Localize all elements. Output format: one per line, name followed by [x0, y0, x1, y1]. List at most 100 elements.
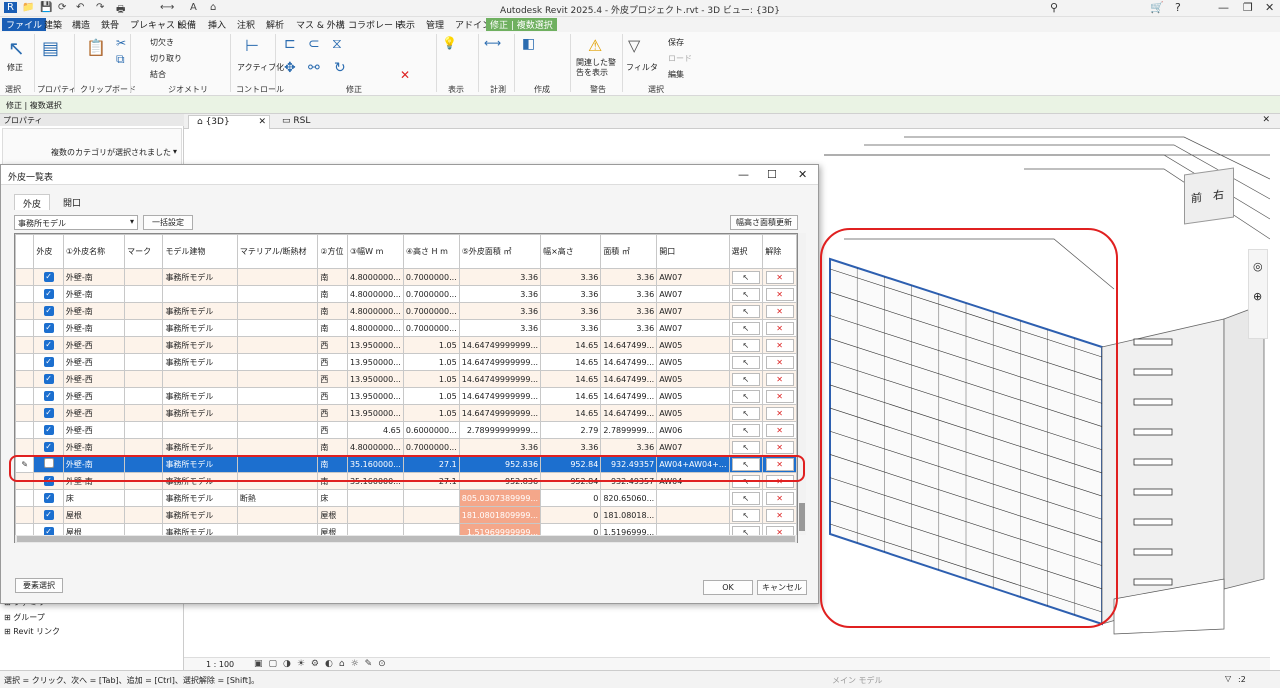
envelope-checkbox-box[interactable]: ✓	[43, 306, 54, 316]
horizontal-scrollbar[interactable]	[15, 535, 797, 543]
width-cell[interactable]	[346, 506, 404, 524]
model-cell[interactable]: 事務所モデル	[162, 489, 238, 507]
ribbon-group-select[interactable]: 選択	[5, 84, 21, 95]
select-row-button[interactable]: ↖	[731, 338, 760, 352]
filter-status-icon[interactable]: ▽	[1225, 674, 1231, 683]
col-select[interactable]: 選択	[728, 234, 764, 269]
area-cell[interactable]: 3.36	[458, 438, 542, 456]
envelope-checkbox[interactable]: ✓	[33, 268, 64, 286]
material-cell[interactable]	[236, 421, 319, 439]
row-indicator[interactable]	[15, 319, 35, 337]
select-row-button[interactable]: ↖	[731, 389, 760, 403]
height-cell[interactable]: 1.05	[402, 353, 460, 371]
model-cell[interactable]: 事務所モデル	[162, 404, 238, 422]
height-cell[interactable]: 0.7000000...	[402, 319, 460, 337]
release-row-button[interactable]: ✕	[765, 372, 794, 386]
width-height-cell[interactable]: 3.36	[540, 319, 602, 337]
mark-cell[interactable]	[124, 268, 164, 286]
ribbon-group-geometry[interactable]: ジオメトリ	[168, 84, 208, 95]
opening-cell[interactable]: AW07	[656, 285, 730, 303]
area-cell[interactable]: 14.64749999999...	[458, 370, 542, 388]
tab-3d-view[interactable]: ⌂ {3D} ✕	[188, 115, 270, 129]
model-cell[interactable]	[162, 421, 238, 439]
row-indicator[interactable]	[15, 404, 35, 422]
select-row-button[interactable]: ↖	[731, 270, 760, 284]
envelope-checkbox-box[interactable]: ✓	[43, 442, 54, 452]
model-cell[interactable]: 事務所モデル	[162, 319, 238, 337]
model-cell[interactable]: 事務所モデル	[162, 268, 238, 286]
cart-icon[interactable]: 🛒	[1150, 1, 1164, 14]
ribbon-group-warning[interactable]: 警告	[590, 84, 606, 95]
release-row-button[interactable]: ✕	[765, 287, 794, 301]
release-row-button[interactable]: ✕	[765, 270, 794, 284]
select-row-button[interactable]: ↖	[731, 508, 760, 522]
area2-cell[interactable]: 2.7899999...	[600, 421, 658, 439]
area2-cell[interactable]: 181.08018...	[600, 506, 658, 524]
release-row-button[interactable]: ✕	[765, 338, 794, 352]
area2-cell[interactable]: 3.36	[600, 319, 658, 337]
direction-cell[interactable]: 南	[317, 438, 348, 456]
table-row[interactable]: ✓ 外壁-西 事務所モデル 西 13.950000... 1.05 14.647499999…	[15, 387, 797, 405]
envelope-checkbox[interactable]: ✓	[33, 285, 64, 303]
area-cell[interactable]: 14.64749999999...	[458, 387, 542, 405]
area-cell[interactable]: 3.36	[458, 268, 542, 286]
release-row-button[interactable]: ✕	[765, 508, 794, 522]
select-row-button[interactable]: ↖	[731, 406, 760, 420]
tree-item-revit-link[interactable]: ⊞ Revit リンク	[4, 626, 60, 637]
name-cell[interactable]: 外壁-南	[62, 438, 126, 456]
envelope-checkbox-box[interactable]: ✓	[43, 408, 54, 418]
envelope-checkbox[interactable]: ✓	[33, 387, 64, 405]
col-envelope[interactable]: 外皮	[33, 234, 64, 269]
name-cell[interactable]: 外壁-西	[62, 336, 126, 354]
width-height-cell[interactable]: 3.36	[540, 285, 602, 303]
col-model[interactable]: モデル建物	[162, 234, 238, 269]
name-cell[interactable]: 外壁-西	[62, 387, 126, 405]
maximize-button[interactable]: ❐	[1243, 1, 1253, 14]
release-row-button[interactable]: ✕	[765, 406, 794, 420]
release-cell[interactable]: ✕	[762, 302, 797, 320]
material-cell[interactable]	[236, 506, 319, 524]
area-cell[interactable]: 805.0307389999...	[458, 489, 542, 507]
envelope-checkbox[interactable]: ✓	[33, 404, 64, 422]
minimize-button[interactable]: —	[1218, 1, 1229, 14]
area2-cell[interactable]: 14.647499...	[600, 404, 658, 422]
cut-icon[interactable]: ✂	[116, 36, 126, 50]
height-cell[interactable]	[402, 489, 460, 507]
material-cell[interactable]	[236, 438, 319, 456]
row-indicator[interactable]	[15, 285, 35, 303]
rotate-icon[interactable]: ↻	[334, 60, 346, 76]
warning-icon[interactable]: ⚠	[588, 36, 602, 55]
mark-cell[interactable]	[124, 336, 164, 354]
width-height-cell[interactable]: 3.36	[540, 268, 602, 286]
row-indicator[interactable]	[15, 302, 35, 320]
envelope-checkbox[interactable]: ✓	[33, 370, 64, 388]
height-cell[interactable]: 0.7000000...	[402, 438, 460, 456]
select-row-button[interactable]: ↖	[731, 423, 760, 437]
material-cell[interactable]	[236, 404, 319, 422]
tab-rsl[interactable]: ▭ RSL	[274, 115, 318, 129]
area-cell[interactable]: 14.64749999999...	[458, 353, 542, 371]
opening-cell[interactable]: AW05	[656, 387, 730, 405]
area2-cell[interactable]: 14.647499...	[600, 336, 658, 354]
material-cell[interactable]	[236, 336, 319, 354]
binoculars-icon[interactable]: ⚲	[1050, 1, 1058, 14]
dialog-close-button[interactable]: ✕	[798, 168, 807, 181]
select-cell[interactable]: ↖	[728, 438, 764, 456]
model-cell[interactable]	[162, 370, 238, 388]
width-height-cell[interactable]: 0	[540, 489, 602, 507]
envelope-checkbox-box[interactable]: ✓	[43, 425, 54, 435]
release-cell[interactable]: ✕	[762, 353, 797, 371]
select-row-button[interactable]: ↖	[731, 440, 760, 454]
model-cell[interactable]: 事務所モデル	[162, 336, 238, 354]
copy-element-icon[interactable]: ⚯	[308, 60, 320, 76]
menu-tab-steel[interactable]: 鉄骨	[97, 18, 123, 31]
table-row[interactable]: ✓ 外壁-西西 4.65 0.6000000... 2.78999999999... 2.…	[15, 421, 797, 439]
help-icon[interactable]: ?	[1175, 1, 1181, 14]
height-cell[interactable]: 1.05	[402, 387, 460, 405]
envelope-checkbox-box[interactable]: ✓	[43, 323, 54, 333]
direction-cell[interactable]: 床	[317, 489, 348, 507]
select-cell[interactable]: ↖	[728, 302, 764, 320]
table-row[interactable]: ✓ 屋根 事務所モデル 屋根 181.0801809999... 0 181.08018..…	[15, 506, 797, 524]
model-select[interactable]: 事務所モデル ▾	[14, 215, 138, 230]
opening-cell[interactable]	[656, 489, 730, 507]
